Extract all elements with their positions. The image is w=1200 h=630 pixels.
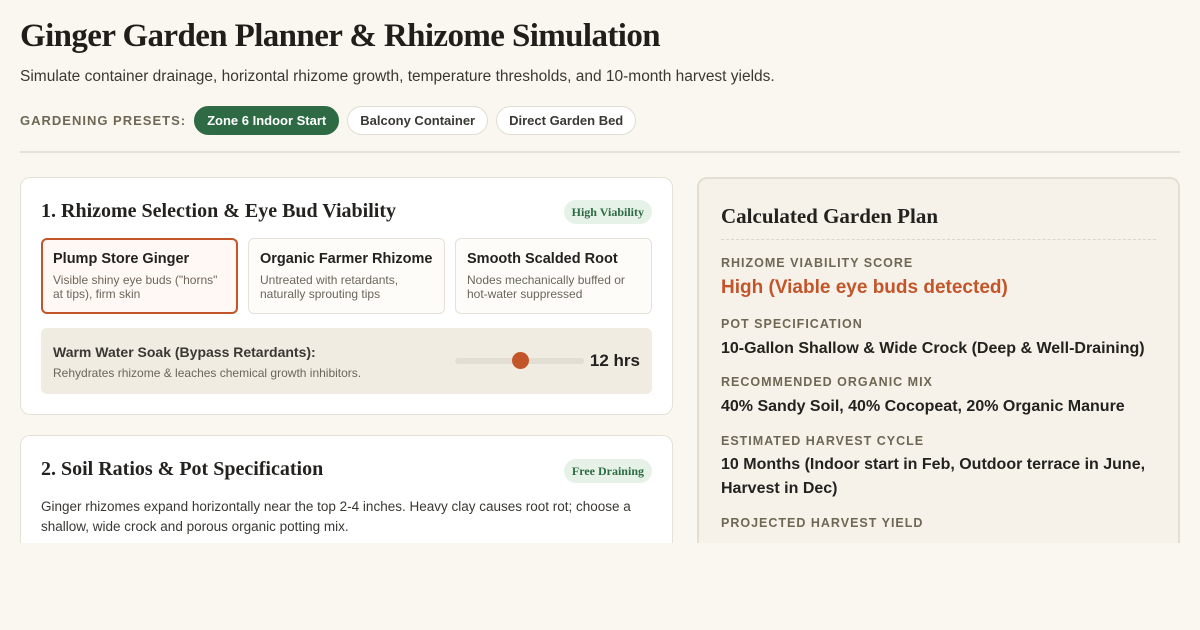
garden-plan-panel: Calculated Garden Plan RHIZOME VIABILITY… [697,177,1180,543]
rhizome-section-heading: 1. Rhizome Selection & Eye Bud Viability [41,200,396,222]
rhizome-option-description: Nodes mechanically buffed or hot-water s… [467,273,625,301]
rhizome-option-title: Plump Store Ginger [53,251,190,267]
viability-badge: High Viability [563,200,652,224]
drainage-badge: Free Draining [563,459,652,483]
plan-divider [721,239,1156,240]
harvest-cycle-label: ESTIMATED HARVEST CYCLE [721,434,925,448]
viability-score-label: RHIZOME VIABILITY SCORE [721,256,914,270]
soak-duration-value: 12 hrs [589,351,640,370]
soil-section-description: Ginger rhizomes expand horizontally near… [41,499,631,534]
harvest-cycle-value: 10 Months (Indoor start in Feb, Outdoor … [721,456,1146,497]
harvest-yield-label: PROJECTED HARVEST YIELD [721,516,924,530]
rhizome-option-organic-farmer-rhizome[interactable]: Organic Farmer Rhizome Untreated with re… [248,238,445,314]
content-viewport: 1. Rhizome Selection & Eye Bud Viability… [0,0,1200,543]
rhizome-option-plump-store-ginger[interactable]: Plump Store Ginger Visible shiny eye bud… [41,238,238,314]
organic-mix-value: 40% Sandy Soil, 40% Cocopeat, 20% Organi… [721,398,1125,415]
viability-score-value: High (Viable eye buds detected) [721,277,1008,298]
rhizome-option-title: Smooth Scalded Root [467,251,618,267]
soak-description: Rehydrates rhizome & leaches chemical gr… [53,366,362,380]
soil-section-heading: 2. Soil Ratios & Pot Specification [41,458,324,480]
soil-ratios-card: 2. Soil Ratios & Pot Specification Free … [20,435,673,543]
organic-mix-label: RECOMMENDED ORGANIC MIX [721,375,933,389]
rhizome-selection-card: 1. Rhizome Selection & Eye Bud Viability… [20,177,673,415]
warm-water-soak-panel: Warm Water Soak (Bypass Retardants): Reh… [41,328,652,394]
plan-title: Calculated Garden Plan [721,204,939,228]
pot-spec-label: POT SPECIFICATION [721,317,863,331]
rhizome-option-description: Visible shiny eye buds ("horns" at tips)… [53,273,218,301]
rhizome-option-smooth-scalded-root[interactable]: Smooth Scalded Root Nodes mechanically b… [455,238,652,314]
rhizome-option-title: Organic Farmer Rhizome [260,251,433,267]
rhizome-option-description: Untreated with retardants, naturally spr… [260,273,399,301]
soak-duration-slider-thumb[interactable] [512,352,529,369]
soak-title: Warm Water Soak (Bypass Retardants): [53,344,316,360]
pot-spec-value: 10-Gallon Shallow & Wide Crock (Deep & W… [721,340,1145,357]
